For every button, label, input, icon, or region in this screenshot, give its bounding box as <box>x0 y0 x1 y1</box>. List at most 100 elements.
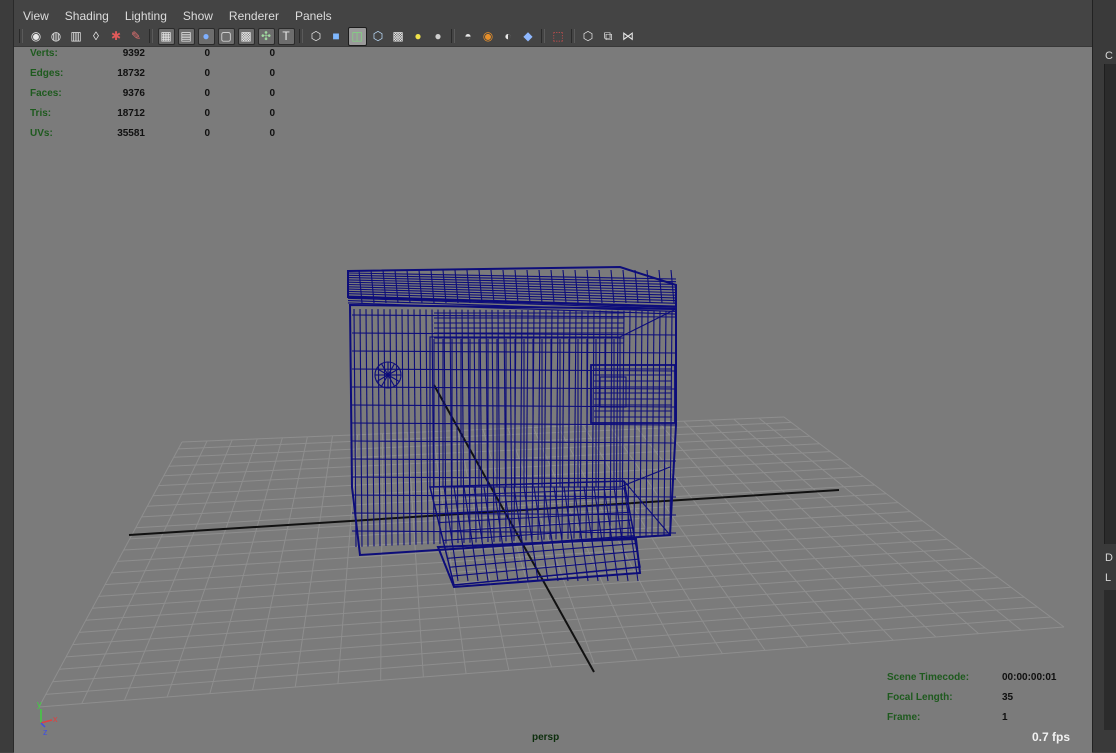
menu-view[interactable]: View <box>14 9 57 23</box>
right-panel-content <box>1104 64 1116 544</box>
grid-line <box>758 417 1022 631</box>
menu-lighting[interactable]: Lighting <box>117 9 175 23</box>
timecode-value: 00:00:00:01 <box>1002 672 1057 683</box>
resolution-gate-icon[interactable]: ● <box>197 27 215 45</box>
viewport-toolbar: ◉ ◍ ▥ ◊ ✱ ✎ ▦ ▤ ● ▢ ▩ ✣ T ⬡ ■ ◫ ⬡ ▩ ● ● … <box>14 26 1094 47</box>
toolbar-separator <box>299 29 303 43</box>
hud-label: Verts: <box>30 48 58 59</box>
wire-edge <box>437 309 441 544</box>
axis-x-label: x <box>53 714 58 724</box>
grid-line <box>123 439 233 701</box>
wire-edge <box>537 310 541 541</box>
hud-value: 18712 <box>117 108 145 119</box>
grid-line <box>59 596 1025 670</box>
hud-label: Tris: <box>30 108 52 119</box>
scene-canvas[interactable]: y x z <box>14 47 1092 752</box>
wire-edge <box>365 309 369 547</box>
toolbar-separator <box>451 29 455 43</box>
hud-value: 0 <box>269 108 275 119</box>
viewport-menubar: View Shading Lighting Show Renderer Pane… <box>14 6 1092 26</box>
wire-edge <box>623 480 671 536</box>
menu-renderer[interactable]: Renderer <box>221 9 287 23</box>
hud-value: 0 <box>269 48 275 59</box>
right-panel-tab[interactable]: D <box>1105 552 1113 564</box>
right-panel-lower <box>1104 590 1116 730</box>
grid-line <box>52 606 1038 683</box>
menu-show[interactable]: Show <box>175 9 221 23</box>
field-chart-icon[interactable]: ▩ <box>237 27 255 45</box>
grid-line <box>38 441 183 708</box>
grid-line <box>783 416 1065 628</box>
hud-icon[interactable]: ⋈ <box>620 28 637 45</box>
wire-edge <box>449 550 638 568</box>
wire-edge <box>377 309 381 547</box>
wireframe-on-shaded-icon[interactable]: ◫ <box>347 26 367 46</box>
xray-active-icon[interactable]: ⧉ <box>600 28 617 45</box>
menu-panels[interactable]: Panels <box>287 9 340 23</box>
hud-value: 0 <box>204 108 210 119</box>
wire-edge <box>351 350 677 354</box>
wire-control-panel <box>590 364 676 424</box>
gate-mask-icon[interactable]: ▢ <box>217 27 235 45</box>
wire-edge <box>407 309 411 545</box>
wire-edge <box>351 440 677 444</box>
hud-value: 0 <box>269 128 275 139</box>
grid-line <box>66 586 1012 658</box>
default-lighting-icon[interactable]: ● <box>410 28 427 45</box>
hud-value: 35581 <box>117 128 145 139</box>
wireframe-icon[interactable]: ⬡ <box>308 28 325 45</box>
fps-readout: 0.7 fps <box>1032 730 1071 744</box>
wire-edge <box>413 309 417 545</box>
wireframe-model <box>347 265 677 589</box>
hud-value: 18732 <box>117 68 145 79</box>
wire-edge <box>401 309 405 546</box>
hud-label: UVs: <box>30 128 53 139</box>
grid-icon[interactable]: ▦ <box>157 27 175 45</box>
bookmarks-icon[interactable]: ▥ <box>68 28 85 45</box>
isolate-select-icon[interactable]: ⬚ <box>550 28 567 45</box>
grease-pencil-icon[interactable]: ✎ <box>128 28 145 45</box>
focal-length-label: Focal Length: <box>887 692 953 703</box>
menu-shading[interactable]: Shading <box>57 9 117 23</box>
two-d-pan-zoom-icon[interactable]: ✱ <box>108 28 125 45</box>
hud-value: 0 <box>269 88 275 99</box>
film-gate-icon[interactable]: ▤ <box>177 27 195 45</box>
hud-value: 0 <box>204 68 210 79</box>
xray-joints-icon[interactable]: ⬡ <box>580 28 597 45</box>
camera-attributes-icon[interactable]: ◍ <box>48 28 65 45</box>
wire-edge <box>359 309 363 547</box>
image-plane-icon[interactable]: ◊ <box>88 28 105 45</box>
wire-edge <box>610 269 615 304</box>
right-dock-panel: C D L <box>1092 0 1116 752</box>
xray-icon[interactable]: ⬡ <box>370 28 387 45</box>
axis-y-label: y <box>37 699 42 709</box>
wire-edge <box>443 309 447 544</box>
shadows-icon[interactable]: ● <box>430 28 447 45</box>
frame-value: 1 <box>1002 712 1008 723</box>
wire-edge <box>395 309 399 546</box>
hud-value: 9376 <box>122 88 145 99</box>
screen-space-ao-icon[interactable]: ◓ <box>460 28 477 45</box>
right-panel-tab[interactable]: L <box>1105 572 1111 584</box>
timecode-label: Scene Timecode: <box>887 672 970 683</box>
hud-value: 0 <box>204 128 210 139</box>
motion-blur-icon[interactable]: ◉ <box>480 28 497 45</box>
smooth-shade-icon[interactable]: ■ <box>328 28 345 45</box>
wire-edge <box>419 309 423 545</box>
textured-icon[interactable]: ▩ <box>390 28 407 45</box>
safe-action-icon[interactable]: ✣ <box>257 27 275 45</box>
multisample-aa-icon[interactable]: ◐ <box>500 28 517 45</box>
camera-name-label: persp <box>532 732 560 743</box>
grid-line <box>81 440 208 704</box>
right-panel-letter: C <box>1105 50 1113 62</box>
grid-line <box>380 433 384 681</box>
depth-of-field-icon[interactable]: ◆ <box>520 28 537 45</box>
hud-value: 0 <box>204 48 210 59</box>
wire-edge <box>389 309 393 546</box>
hud-value: 9392 <box>122 48 145 59</box>
wire-edge <box>383 309 387 546</box>
grid-line <box>708 419 937 638</box>
select-camera-icon[interactable]: ◉ <box>28 28 45 45</box>
grid-line <box>337 434 359 684</box>
safe-title-icon[interactable]: T <box>277 27 295 45</box>
